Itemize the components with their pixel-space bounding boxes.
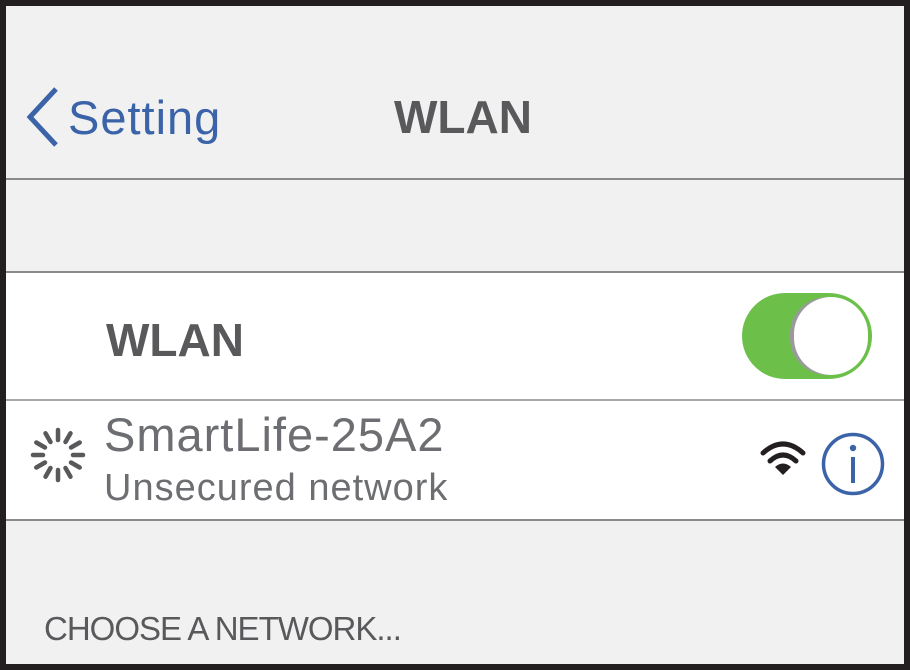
wlan-settings-screen: Setting WLAN WLAN SmartLife-25A2 Unsecur…: [0, 0, 910, 670]
navigation-bar: Setting WLAN: [6, 6, 904, 180]
wlan-toggle-switch[interactable]: [742, 293, 872, 379]
wlan-cell-group: WLAN SmartLife-25A2 Unsecured network: [6, 271, 904, 521]
network-security-status: Unsecured network: [104, 467, 449, 509]
wlan-toggle-row: WLAN: [6, 273, 904, 401]
toggle-knob: [794, 297, 868, 375]
spinner-icon: [30, 427, 86, 483]
network-list-item[interactable]: SmartLife-25A2 Unsecured network: [6, 401, 904, 517]
choose-network-header: CHOOSE A NETWORK...: [44, 610, 402, 647]
wlan-toggle-label: WLAN: [106, 314, 244, 366]
wifi-icon: [760, 441, 806, 475]
page-title: WLAN: [394, 91, 532, 143]
info-icon[interactable]: [820, 431, 886, 497]
network-name: SmartLife-25A2: [104, 408, 445, 461]
